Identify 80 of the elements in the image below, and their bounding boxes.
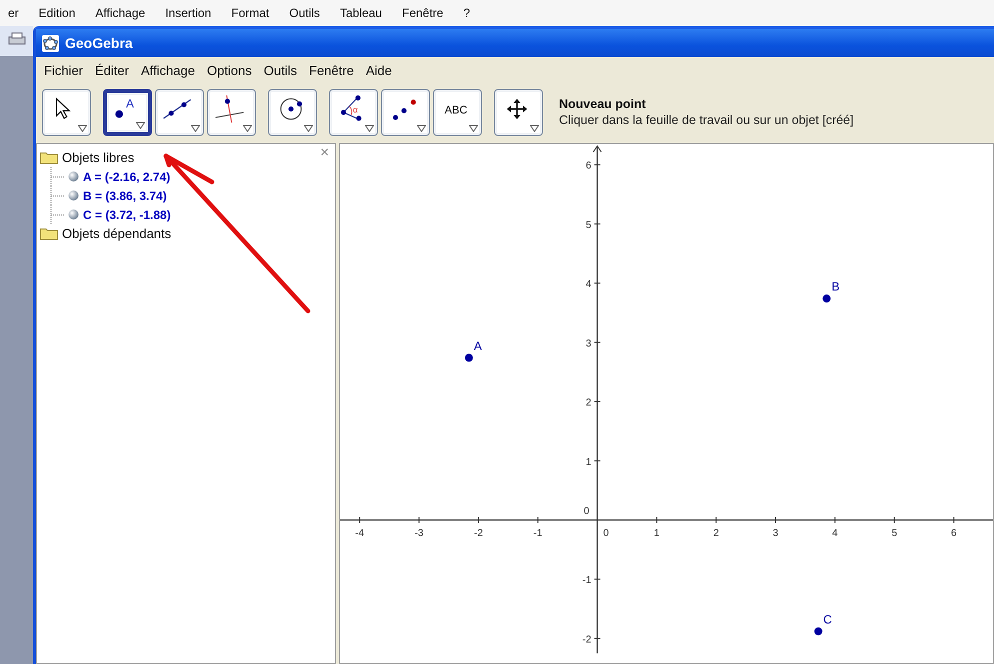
tool-name: Nouveau point — [559, 97, 647, 111]
point-marker[interactable] — [814, 627, 822, 636]
tree-connector-icon — [50, 186, 64, 205]
point-label: B — [832, 280, 840, 294]
x-tick-label: 5 — [892, 528, 898, 539]
dropdown-triangle-icon — [530, 124, 539, 132]
tool-button[interactable] — [155, 88, 204, 136]
host-menu-item[interactable]: Outils — [289, 6, 320, 20]
origin-label: 0 — [584, 506, 590, 517]
tool-button[interactable] — [381, 88, 430, 136]
origin-label: 0 — [603, 528, 609, 539]
x-tick-label: 6 — [951, 528, 957, 539]
sphere-icon[interactable] — [68, 171, 79, 182]
point-marker[interactable] — [822, 294, 831, 303]
menu-item[interactable]: Affichage — [140, 63, 195, 78]
y-tick-label: 2 — [586, 398, 592, 409]
dropdown-triangle-icon — [469, 124, 478, 132]
y-tick-label: 4 — [586, 279, 592, 290]
tool-button[interactable] — [268, 88, 317, 136]
y-tick-label: 1 — [586, 456, 592, 468]
dropdown-triangle-icon — [365, 124, 374, 132]
menu-item[interactable]: Fenêtre — [309, 63, 354, 78]
host-menu-item[interactable]: Fenêtre — [402, 6, 444, 20]
y-tick-label: 5 — [586, 220, 592, 231]
tool-button[interactable]: α — [329, 88, 378, 136]
dropdown-triangle-icon — [417, 124, 426, 132]
y-tick-label: 6 — [586, 160, 592, 172]
tool-button[interactable] — [42, 88, 91, 136]
x-tick-label: -2 — [474, 528, 483, 539]
sphere-icon[interactable] — [68, 209, 79, 220]
x-tick-label: -1 — [533, 528, 542, 539]
app-logo-icon — [42, 34, 59, 52]
printer-icon[interactable] — [8, 32, 26, 46]
host-menu-item[interactable]: Tableau — [340, 6, 382, 20]
tree-connector-icon — [50, 205, 64, 224]
dropdown-triangle-icon — [136, 122, 145, 128]
host-menu-item[interactable]: Edition — [38, 6, 76, 20]
folder-icon[interactable] — [40, 227, 58, 240]
x-tick-label: -3 — [414, 528, 424, 539]
x-tick-label: -4 — [355, 528, 364, 539]
host-menu-item[interactable]: Format — [231, 6, 270, 20]
y-tick-label: -2 — [582, 634, 592, 646]
x-tick-label: 3 — [772, 528, 778, 539]
dropdown-triangle-icon — [78, 124, 87, 132]
object-definition[interactable]: B = (3.86, 3.74) — [83, 188, 167, 202]
point-label: A — [474, 338, 482, 353]
y-tick-label: 3 — [586, 338, 592, 350]
host-menu-item[interactable]: Insertion — [165, 6, 212, 20]
x-tick-label: 4 — [832, 528, 838, 539]
menu-item[interactable]: Éditer — [95, 63, 129, 78]
menu-item[interactable]: Aide — [366, 63, 392, 78]
window-title: GeoGebra — [65, 35, 133, 51]
point-label: C — [823, 612, 832, 626]
menu-item[interactable]: Options — [206, 63, 252, 78]
folder-label[interactable]: Objets libres — [62, 150, 134, 165]
menu-item[interactable]: Outils — [264, 63, 297, 78]
dropdown-triangle-icon — [243, 124, 252, 132]
x-tick-label: 2 — [713, 528, 719, 539]
tool-button[interactable] — [494, 88, 543, 136]
host-menu-item[interactable]: Affichage — [95, 6, 146, 20]
graphics-view[interactable]: 0 0 -4 -3 -2 -1 1 2 3 4 5 6 -2 -1 1 2 3 4 5 6 A B C — [339, 143, 994, 664]
sphere-icon[interactable] — [68, 190, 79, 201]
text-tool-icon: ABC — [438, 92, 472, 126]
tool-button[interactable]: ABC — [433, 88, 482, 136]
host-menu-item[interactable]: ? — [463, 6, 470, 20]
host-menu-item[interactable]: er — [8, 6, 19, 20]
close-button[interactable]: × — [320, 144, 329, 161]
x-tick-label: 1 — [654, 528, 660, 539]
object-definition[interactable]: C = (3.72, -1.88) — [83, 208, 171, 222]
tool-button[interactable]: A — [103, 88, 152, 136]
tool-help-text: Cliquer dans la feuille de travail ou sur un objet [créé] — [559, 113, 854, 127]
y-tick-label: -1 — [582, 575, 592, 586]
folder-icon[interactable] — [40, 151, 58, 164]
object-definition[interactable]: A = (-2.16, 2.74) — [83, 170, 170, 184]
menu-item[interactable]: Fichier — [44, 63, 84, 78]
tree-connector-icon — [50, 167, 64, 186]
point-marker[interactable] — [464, 354, 473, 362]
dropdown-triangle-icon — [304, 124, 313, 132]
folder-label[interactable]: Objets dépendants — [62, 226, 172, 241]
dropdown-triangle-icon — [191, 124, 200, 132]
